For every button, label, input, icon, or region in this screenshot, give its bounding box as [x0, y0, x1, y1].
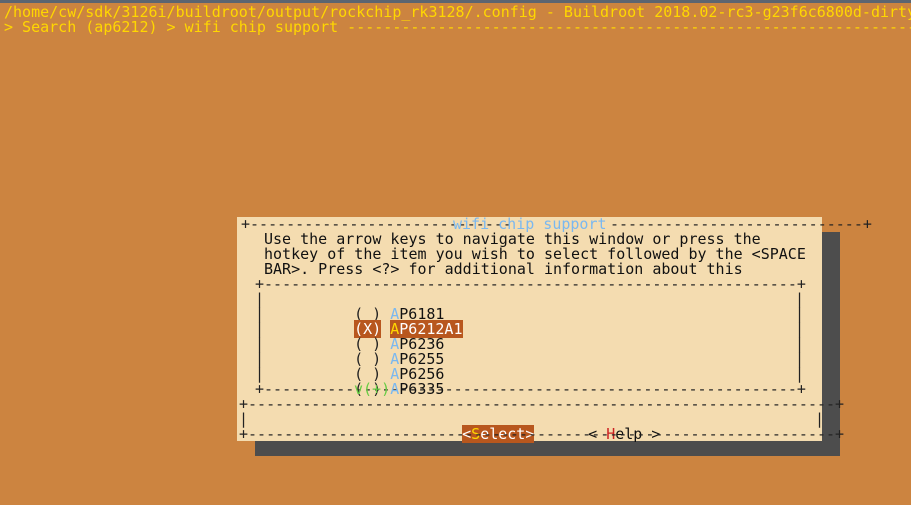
button-bar-top-border: +---------------------------------------… [239, 395, 845, 413]
choice-dialog: +----------------------------- wifi chip… [237, 217, 872, 443]
breadcrumb: > Search (ap6212) > wifi chip support --… [4, 18, 911, 36]
list-right-border: | | | | | | [795, 290, 805, 383]
list-top-border: +---------------------------------------… [255, 275, 806, 293]
list-left-border: | | | | | | [255, 290, 265, 383]
dialog-bottom-border: +---------------------------------------… [239, 425, 845, 443]
